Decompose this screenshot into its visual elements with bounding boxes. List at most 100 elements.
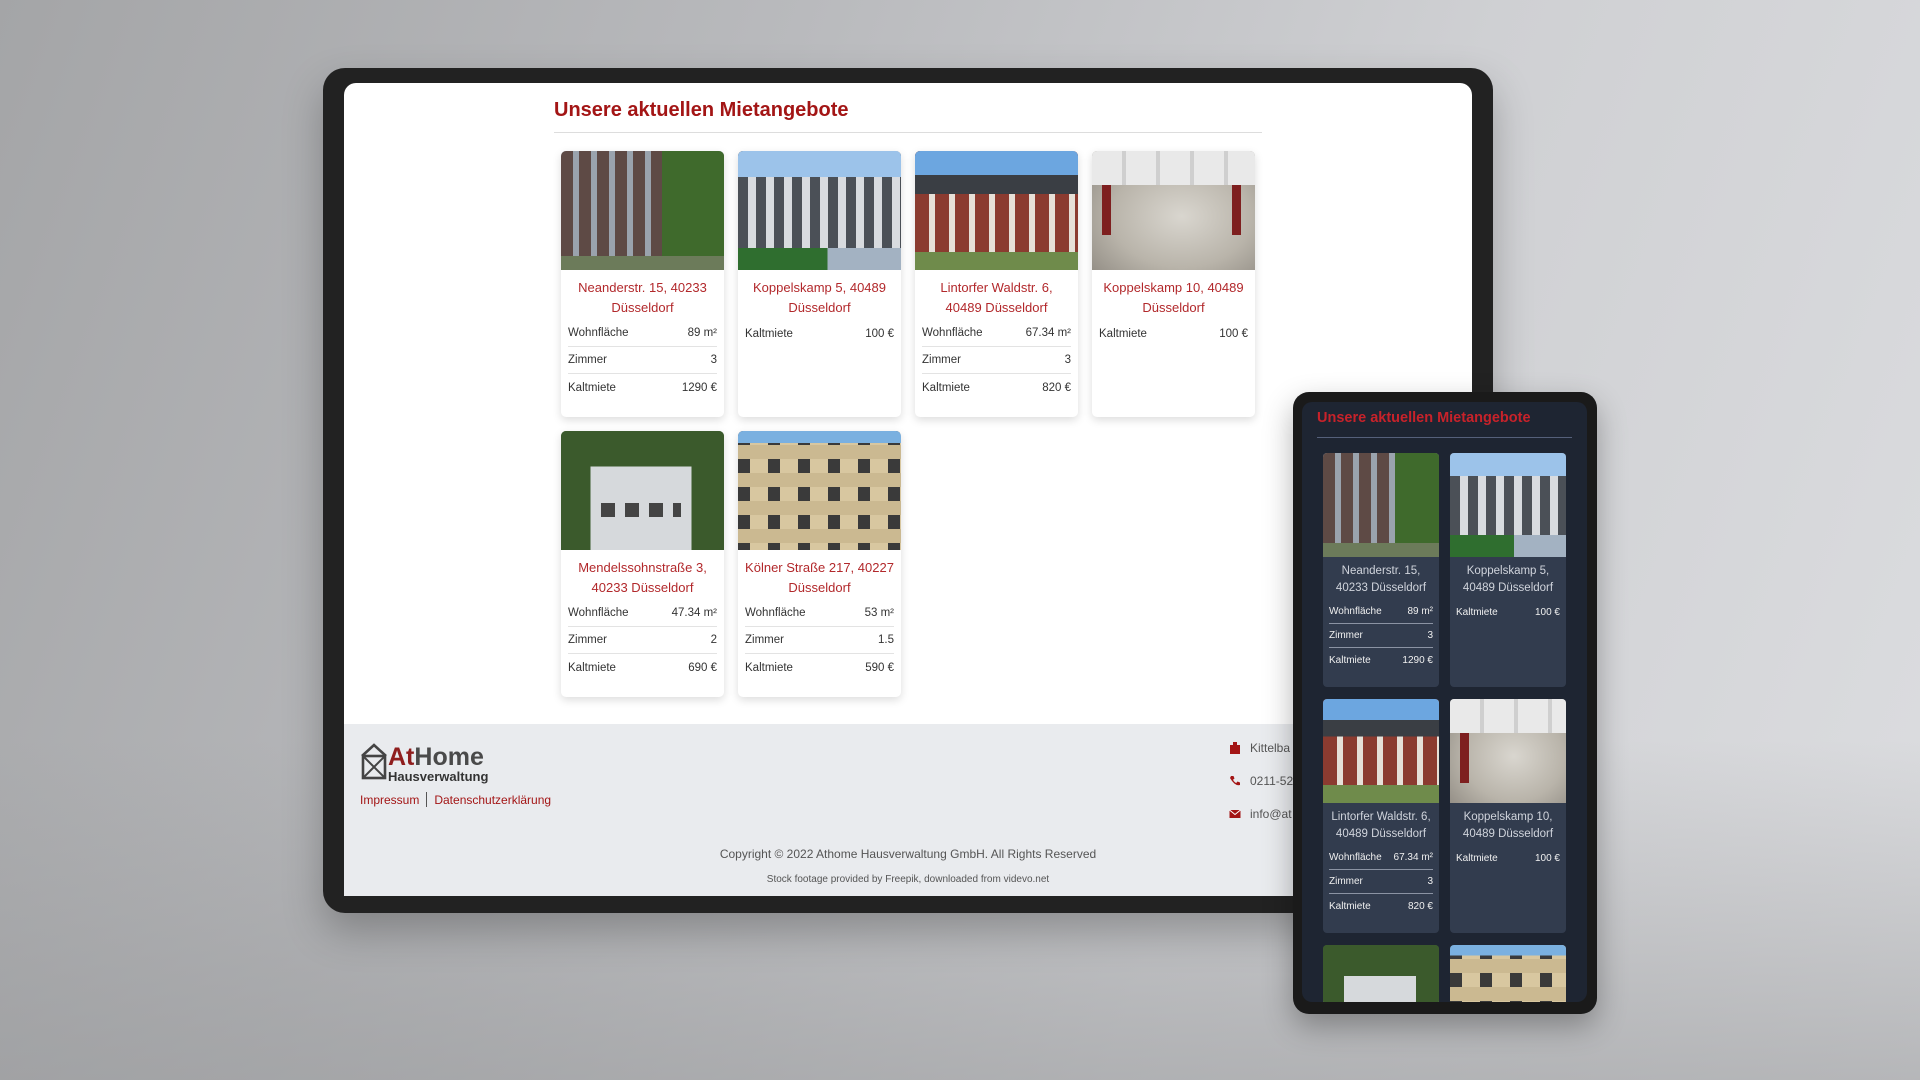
listing-photo[interactable] bbox=[561, 151, 724, 270]
mobile-listing-photo[interactable] bbox=[1450, 453, 1566, 557]
listing-photo[interactable] bbox=[738, 151, 901, 270]
mobile-listing-row: Kaltmiete 820 € bbox=[1329, 894, 1433, 918]
mobile-section-title: Unsere aktuellen Mietangebote bbox=[1317, 410, 1531, 426]
row-label: Wohnfläche bbox=[1329, 852, 1382, 863]
row-label: Zimmer bbox=[1329, 630, 1363, 641]
datenschutz-link[interactable]: Datenschutzerklärung bbox=[434, 793, 551, 807]
mobile-listing-row: Zimmer 3 bbox=[1329, 870, 1433, 894]
listing-row: Wohnfläche 53 m² bbox=[745, 600, 894, 627]
listing-row: Kaltmiete 100 € bbox=[1099, 320, 1248, 347]
row-value: 1290 € bbox=[1402, 654, 1433, 666]
mobile-listing-photo[interactable] bbox=[1450, 699, 1566, 803]
listing-row: Zimmer 3 bbox=[922, 347, 1071, 374]
mobile-listing-row: Kaltmiete 100 € bbox=[1456, 846, 1560, 870]
listing-address-link[interactable]: Mendelssohnstraße 3, 40233 Düsseldorf bbox=[561, 550, 724, 600]
row-value: 3 bbox=[710, 354, 717, 366]
row-label: Zimmer bbox=[568, 634, 607, 646]
contact-email[interactable]: info@at bbox=[1229, 807, 1292, 821]
mobile-listing-photo[interactable] bbox=[1323, 453, 1439, 557]
row-value: 690 € bbox=[688, 661, 717, 674]
listing-address-link[interactable]: Neanderstr. 15, 40233 Düsseldorf bbox=[561, 270, 724, 320]
mobile-listing-row: Wohnfläche 89 m² bbox=[1329, 600, 1433, 624]
listing-photo[interactable] bbox=[1092, 151, 1255, 270]
athome-logo[interactable]: AtHome Hausverwaltung bbox=[360, 742, 520, 784]
listing-card[interactable]: Mendelssohnstraße 3, 40233 Düsseldorf Wo… bbox=[561, 431, 724, 697]
mail-icon bbox=[1229, 809, 1241, 818]
mobile-listing-photo[interactable] bbox=[1323, 699, 1439, 803]
row-value: 100 € bbox=[1534, 606, 1560, 618]
listing-photo[interactable] bbox=[915, 151, 1078, 270]
building-icon bbox=[1230, 742, 1240, 754]
listing-row: Kaltmiete 820 € bbox=[922, 374, 1071, 401]
listing-address-link[interactable]: Kölner Straße 217, 40227 Düsseldorf bbox=[738, 550, 901, 600]
contact-address: Kittelba bbox=[1229, 741, 1290, 755]
listing-photo[interactable] bbox=[738, 431, 901, 550]
phone-screen: Unsere aktuellen Mietangebote Neanderstr… bbox=[1302, 402, 1587, 1002]
listing-address-link[interactable]: Koppelskamp 5, 40489 Düsseldorf bbox=[738, 270, 901, 320]
listing-address-link[interactable]: Lintorfer Waldstr. 6, 40489 Düsseldorf bbox=[915, 270, 1078, 320]
mobile-listing-row: Kaltmiete 1290 € bbox=[1329, 648, 1433, 672]
row-value: 89 m² bbox=[1407, 606, 1433, 617]
impressum-link[interactable]: Impressum bbox=[360, 793, 419, 807]
mobile-listing-address[interactable]: Koppelskamp 10, 40489 Düsseldorf bbox=[1450, 803, 1566, 846]
row-label: Kaltmiete bbox=[568, 381, 616, 394]
listing-card[interactable]: Koppelskamp 5, 40489 Düsseldorf Kaltmiet… bbox=[738, 151, 901, 417]
listing-row: Kaltmiete 1290 € bbox=[568, 374, 717, 401]
listing-card[interactable]: Koppelskamp 10, 40489 Düsseldorf Kaltmie… bbox=[1092, 151, 1255, 417]
listing-row: Zimmer 2 bbox=[568, 627, 717, 654]
listing-card[interactable]: Neanderstr. 15, 40233 Düsseldorf Wohnflä… bbox=[561, 151, 724, 417]
mobile-listing-photo[interactable] bbox=[1450, 945, 1566, 1002]
row-label: Kaltmiete bbox=[1329, 654, 1371, 666]
contact-email-text: info@at bbox=[1250, 807, 1292, 821]
mobile-listing-card[interactable] bbox=[1450, 945, 1566, 1002]
mobile-title-divider bbox=[1317, 437, 1572, 438]
mobile-listing-card[interactable]: Koppelskamp 10, 40489 Düsseldorf Kaltmie… bbox=[1450, 699, 1566, 933]
mobile-listing-row: Wohnfläche 67.34 m² bbox=[1329, 846, 1433, 870]
mobile-listing-card[interactable]: Koppelskamp 5, 40489 Düsseldorf Kaltmiet… bbox=[1450, 453, 1566, 687]
row-value: 590 € bbox=[865, 661, 894, 674]
contact-phone[interactable]: 0211-52 bbox=[1229, 774, 1293, 788]
mobile-listing-card[interactable] bbox=[1323, 945, 1439, 1002]
listing-photo[interactable] bbox=[561, 431, 724, 550]
row-label: Wohnfläche bbox=[745, 607, 806, 619]
listing-row: Wohnfläche 89 m² bbox=[568, 320, 717, 347]
row-value: 100 € bbox=[1534, 852, 1560, 864]
row-label: Zimmer bbox=[745, 634, 784, 646]
footer-links: Impressum Datenschutzerklärung bbox=[360, 792, 551, 807]
logo-at: At bbox=[388, 743, 415, 771]
mobile-listing-card[interactable]: Lintorfer Waldstr. 6, 40489 Düsseldorf W… bbox=[1323, 699, 1439, 933]
listing-row: Zimmer 3 bbox=[568, 347, 717, 374]
mobile-listing-address[interactable]: Lintorfer Waldstr. 6, 40489 Düsseldorf bbox=[1323, 803, 1439, 846]
row-value: 3 bbox=[1427, 876, 1433, 887]
row-value: 53 m² bbox=[864, 607, 894, 619]
mobile-listing-address[interactable]: Koppelskamp 5, 40489 Düsseldorf bbox=[1450, 557, 1566, 600]
listing-grid: Neanderstr. 15, 40233 Düsseldorf Wohnflä… bbox=[561, 151, 1261, 711]
row-label: Zimmer bbox=[568, 354, 607, 366]
row-label: Wohnfläche bbox=[568, 607, 629, 619]
row-label: Kaltmiete bbox=[1329, 900, 1371, 912]
listing-row: Kaltmiete 690 € bbox=[568, 654, 717, 681]
listing-card[interactable]: Kölner Straße 217, 40227 Düsseldorf Wohn… bbox=[738, 431, 901, 697]
row-label: Kaltmiete bbox=[1456, 852, 1498, 864]
row-label: Wohnfläche bbox=[922, 327, 983, 339]
mobile-listing-address[interactable]: Neanderstr. 15, 40233 Düsseldorf bbox=[1323, 557, 1439, 600]
mobile-listing-card[interactable]: Neanderstr. 15, 40233 Düsseldorf Wohnflä… bbox=[1323, 453, 1439, 687]
listing-card[interactable]: Lintorfer Waldstr. 6, 40489 Düsseldorf W… bbox=[915, 151, 1078, 417]
listing-row: Zimmer 1.5 bbox=[745, 627, 894, 654]
phone-icon bbox=[1230, 776, 1240, 786]
listing-row: Wohnfläche 47.34 m² bbox=[568, 600, 717, 627]
mobile-listing-photo[interactable] bbox=[1323, 945, 1439, 1002]
row-value: 67.34 m² bbox=[1393, 852, 1433, 863]
contact-phone-text: 0211-52 bbox=[1250, 774, 1294, 788]
section-title: Unsere aktuellen Mietangebote bbox=[554, 99, 849, 121]
logo-home: Home bbox=[414, 743, 484, 771]
mobile-listing-row: Zimmer 3 bbox=[1329, 624, 1433, 648]
row-value: 100 € bbox=[865, 327, 894, 340]
listing-address-link[interactable]: Koppelskamp 10, 40489 Düsseldorf bbox=[1092, 270, 1255, 320]
row-label: Kaltmiete bbox=[1456, 606, 1498, 618]
logo-wordmark: AtHome bbox=[388, 744, 484, 770]
link-divider bbox=[426, 792, 428, 807]
row-value: 1290 € bbox=[681, 381, 717, 394]
listing-row: Wohnfläche 67.34 m² bbox=[922, 320, 1071, 347]
contact-address-text: Kittelba bbox=[1250, 741, 1291, 755]
